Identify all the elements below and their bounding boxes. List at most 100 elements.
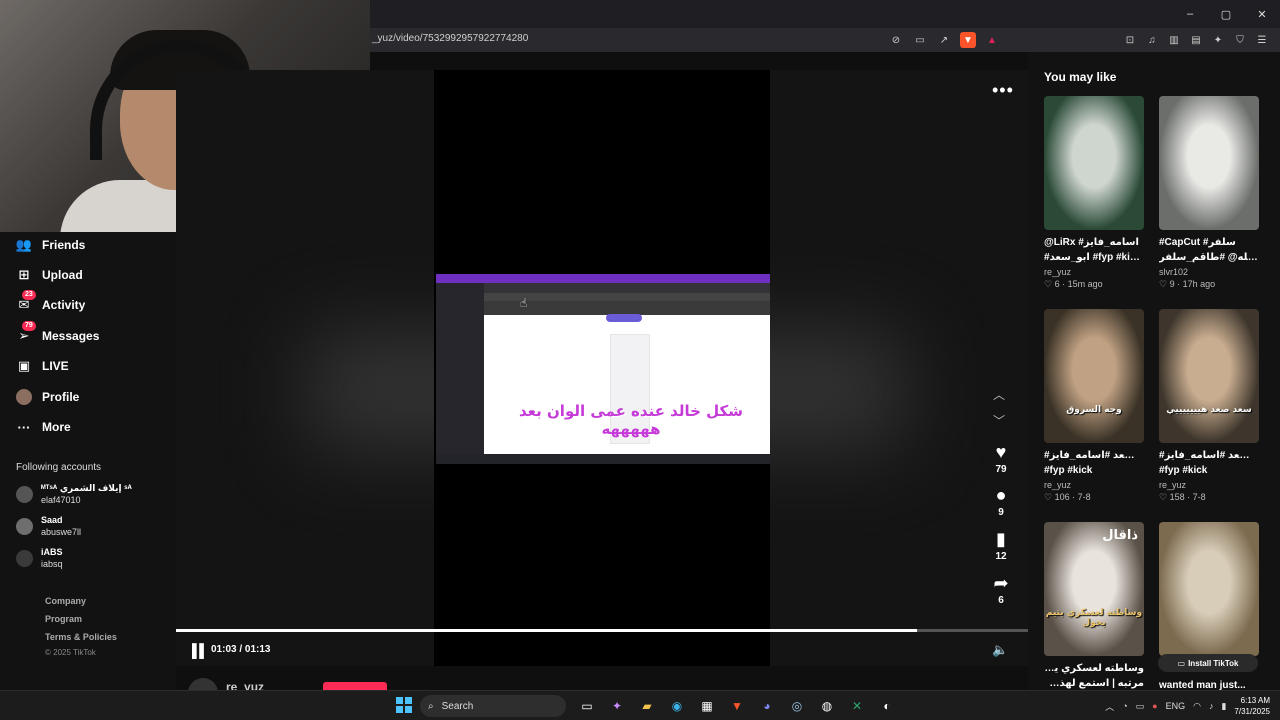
battery-level-icon[interactable]: ▮ xyxy=(1221,701,1226,712)
copilot-icon[interactable]: ✦ xyxy=(606,695,628,717)
install-tiktok-button[interactable]: ▭ Install TikTok xyxy=(1158,654,1258,672)
nav-live[interactable]: ▣ LIVE xyxy=(16,354,69,378)
video-thumbnail[interactable] xyxy=(1044,96,1144,230)
footer-link-company[interactable]: Company xyxy=(45,596,86,606)
discord-icon[interactable]: ◕ xyxy=(756,695,778,717)
card-title[interactable]: #CapCut #سلفرسلفر_الله@ #طاقم_سلفر_... xyxy=(1159,235,1259,265)
next-video-icon[interactable]: ﹀ xyxy=(993,412,1005,429)
recommendation-card[interactable]: wanted man just... xyxy=(1159,522,1259,708)
progress-bar[interactable] xyxy=(176,629,1028,632)
reader-off-icon[interactable]: ⊘ xyxy=(888,32,904,48)
battery-icon[interactable]: ▭ xyxy=(1136,701,1145,712)
nav-profile[interactable]: Profile xyxy=(16,385,79,409)
following-account[interactable]: iABS iabsq xyxy=(16,545,63,571)
live-icon: ▣ xyxy=(17,358,31,373)
install-label: Install TikTok xyxy=(1188,658,1239,668)
activity-badge: 23 xyxy=(22,290,36,300)
more-options-icon[interactable]: ••• xyxy=(992,80,1014,101)
recommendation-card[interactable]: ذاقال وساطته لعسكري يتيم يحول وساطته لعسك… xyxy=(1044,522,1144,691)
video-thumbnail[interactable] xyxy=(1159,96,1259,230)
heart-icon: ♥ xyxy=(995,442,1007,462)
wallet-icon[interactable]: ▤ xyxy=(1188,32,1204,48)
recommendation-card[interactable]: #CapCut #سلفرسلفر_الله@ #طاقم_سلفر_... s… xyxy=(1159,96,1259,290)
brave-rewards-icon[interactable]: ▲ xyxy=(984,32,1000,48)
share-icon[interactable]: ↗ xyxy=(936,32,952,48)
volume-tray-icon[interactable]: ♪ xyxy=(1209,701,1214,711)
store-icon[interactable]: ▦ xyxy=(696,695,718,717)
previous-video-icon[interactable]: ︿ xyxy=(993,386,1005,403)
card-title[interactable]: #ابو_سعد #اسامه_فايز #fyp #kick xyxy=(1044,448,1144,478)
mic-icon[interactable]: ● xyxy=(1152,701,1157,711)
clip-sidebar xyxy=(436,283,484,464)
bookmark-icon: ▮ xyxy=(996,529,1006,549)
following-account[interactable]: Saad abuswe7ll xyxy=(16,513,81,539)
card-title[interactable]: #ابو_سعد #اسامه_فايز #fyp #kick xyxy=(1159,448,1259,478)
save-button[interactable]: ▮ 12 xyxy=(982,529,1020,562)
close-button[interactable]: ✕ xyxy=(1244,0,1280,28)
video-player[interactable]: شكل خالد عنده عمى الوان بعد هههههه ☝ •••… xyxy=(176,70,1028,666)
edge-icon[interactable]: ◉ xyxy=(666,695,688,717)
recommendation-card[interactable]: @LiRx #اسامه_فايز #ابو_سعد #fyp #kick... … xyxy=(1044,96,1144,290)
brave-icon[interactable]: ▼ xyxy=(726,695,748,717)
volume-icon[interactable]: 🔈 xyxy=(992,642,1008,658)
excel-icon[interactable]: ✕ xyxy=(846,695,868,717)
taskbar-search[interactable]: ⌕ Search xyxy=(420,695,566,717)
start-button[interactable] xyxy=(396,697,412,713)
pause-button[interactable]: ▌▌ xyxy=(192,643,208,658)
footer-link-terms[interactable]: Terms & Policies xyxy=(45,632,117,642)
nav-activity[interactable]: ✉ 23 Activity xyxy=(16,290,85,317)
steam-icon[interactable]: ◎ xyxy=(786,695,808,717)
file-explorer-icon[interactable]: ▰ xyxy=(636,695,658,717)
nav-live-label: LIVE xyxy=(42,359,69,373)
following-account[interactable]: ᴹᵀˢᴬ إيلاف الشمري ˢᴬ elaf47010 xyxy=(16,481,132,507)
menu-icon[interactable]: ☰ xyxy=(1254,32,1270,48)
card-author[interactable]: slvr102 xyxy=(1159,267,1259,277)
nav-messages[interactable]: ➢ 79 Messages xyxy=(16,321,99,348)
chevron-up-icon[interactable]: ︿ xyxy=(1105,700,1114,713)
recommendation-card[interactable]: وجه السروق #ابو_سعد #اسامه_فايز #fyp #kic… xyxy=(1044,309,1144,503)
card-meta: ♡ 158 · 7-8 xyxy=(1159,492,1206,502)
network-icon[interactable]: ◔ xyxy=(1122,701,1127,711)
obs-icon[interactable]: ◐ xyxy=(876,695,898,717)
video-thumbnail[interactable]: وجه السروق xyxy=(1044,309,1144,443)
nav-friends[interactable]: 👥 Friends xyxy=(16,233,85,257)
chrome-icon[interactable]: ◍ xyxy=(816,695,838,717)
card-author[interactable]: re_yuz xyxy=(1044,267,1144,277)
install-icon: ▭ xyxy=(1177,658,1186,668)
cast-icon[interactable]: ▭ xyxy=(912,32,928,48)
brave-shield-icon[interactable]: ▼ xyxy=(960,32,976,48)
nav-more[interactable]: ··· More xyxy=(16,415,71,439)
wifi-icon[interactable]: ◠ xyxy=(1193,701,1201,712)
screenshot-icon[interactable]: ⊡ xyxy=(1122,32,1138,48)
music-icon[interactable]: ♫ xyxy=(1144,32,1160,48)
sidebar-icon[interactable]: ▥ xyxy=(1166,32,1182,48)
video-thumbnail[interactable]: ذاقال وساطته لعسكري يتيم يحول xyxy=(1044,522,1144,656)
vpn-shield-icon[interactable]: ⛉ xyxy=(1232,32,1248,48)
more-icon: ··· xyxy=(17,419,31,435)
video-caption: شكل خالد عنده عمى الوان بعد هههههه xyxy=(519,402,743,438)
card-author[interactable]: re_yuz xyxy=(1159,480,1259,490)
recommendation-card[interactable]: سعد صعد هيييييييي #ابو_سعد #اسامه_فايز #f… xyxy=(1159,309,1259,503)
timecode: 01:03 / 01:13 xyxy=(211,644,271,655)
card-author[interactable]: re_yuz xyxy=(1044,480,1144,490)
clock[interactable]: 6:13 AM 7/31/2025 xyxy=(1234,695,1270,717)
minimize-button[interactable]: – xyxy=(1172,0,1208,28)
video-thumbnail[interactable]: سعد صعد هيييييييي xyxy=(1159,309,1259,443)
comment-button[interactable]: ● 9 xyxy=(982,485,1020,518)
share-button[interactable]: ➦ 6 xyxy=(982,573,1020,606)
following-title: Following accounts xyxy=(16,462,102,473)
task-view-icon[interactable]: ▭ xyxy=(576,695,598,717)
clip-titlebar xyxy=(436,274,770,283)
card-title[interactable]: وساطته لعسكري يتيم يحولمرتبه | استمع لهذ… xyxy=(1044,661,1144,691)
nav-upload[interactable]: ⊞ Upload xyxy=(16,263,83,287)
maximize-button[interactable]: ▢ xyxy=(1208,0,1244,28)
like-button[interactable]: ♥ 79 xyxy=(982,442,1020,475)
footer-link-program[interactable]: Program xyxy=(45,614,82,624)
leo-icon[interactable]: ✦ xyxy=(1210,32,1226,48)
taskbar: ⌕ Search ▭ ✦ ▰ ◉ ▦ ▼ ◕ ◎ ◍ ✕ ◐ ︿ ◔ ▭ ● E… xyxy=(0,690,1280,720)
card-title[interactable]: @LiRx #اسامه_فايز #ابو_سعد #fyp #kick... xyxy=(1044,235,1144,265)
video-thumbnail[interactable] xyxy=(1159,522,1259,656)
thumbnail-overlay-text: وساطته لعسكري يتيم يحول xyxy=(1045,608,1143,628)
url-text[interactable]: _yuz/video/7532992957922774280 xyxy=(372,33,528,44)
language-indicator[interactable]: ENG xyxy=(1166,701,1186,711)
